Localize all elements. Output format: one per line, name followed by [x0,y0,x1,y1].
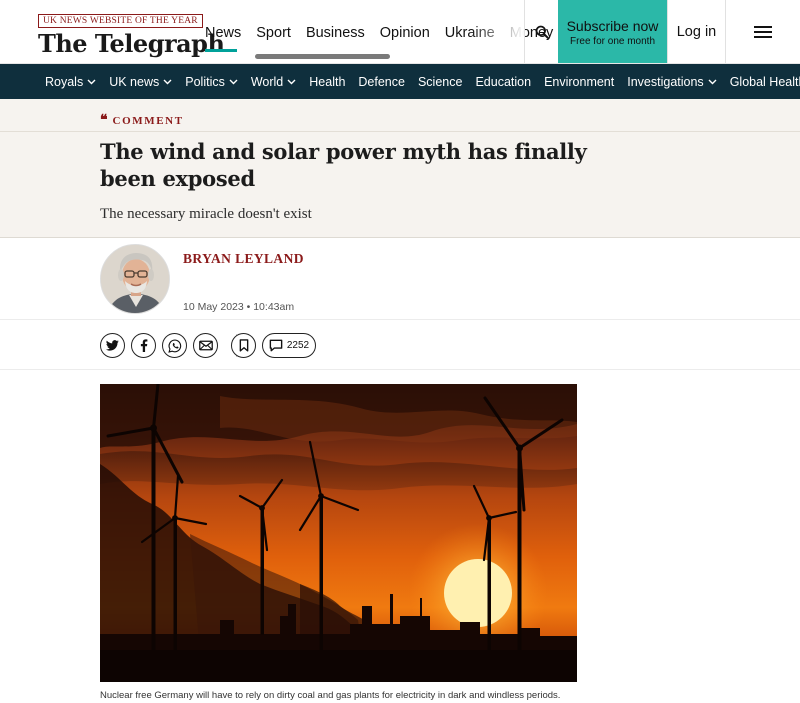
image-caption: Nuclear free Germany will have to rely o… [100,690,561,701]
menu-button[interactable] [726,0,800,63]
comment-count: 2252 [286,340,310,351]
article-headline: The wind and solar power myth has finall… [100,139,587,191]
section-nav-label: UK news [109,74,160,89]
nav-sport[interactable]: Sport [256,24,291,42]
section-nav-label: Politics [185,74,225,89]
site-logo[interactable]: The Telegraph [38,31,225,57]
share-bar: 2252 [0,320,800,370]
section-nav-item[interactable]: Environment [544,75,614,89]
header-divider [524,0,525,63]
section-nav-item[interactable]: Investigations [627,74,717,89]
section-nav: Royals UK news Politics World Health Defence S… [0,64,800,99]
chevron-down-icon [229,79,238,84]
chevron-down-icon [163,79,172,84]
section-nav-label: Health [309,74,346,89]
section-nav-item[interactable]: Education [475,75,531,89]
section-nav-item[interactable]: Defence [358,75,405,89]
article-main-image[interactable] [100,384,577,682]
kicker-label: COMMENT [112,114,184,127]
hamburger-menu-icon [754,25,772,38]
award-badge: UK NEWS WEBSITE OF THE YEAR [38,14,203,28]
facebook-icon [140,339,147,352]
subscribe-subtitle: Free for one month [569,36,656,47]
share-whatsapp-button[interactable] [162,333,187,358]
section-nav-item[interactable]: Global Health Secur [730,75,800,89]
article-kicker[interactable]: ❝ COMMENT [100,112,184,129]
section-nav-label: Royals [45,74,84,89]
active-nav-indicator [205,49,237,52]
search-button[interactable] [527,0,557,63]
kicker-divider [0,131,800,132]
section-nav-item[interactable]: Health [309,75,345,89]
byline: BRYAN LEYLAND 10 May 2023 • 10:43am [0,238,800,320]
share-email-button[interactable] [193,333,218,358]
section-nav-label: Environment [544,74,615,89]
nav-fade [470,20,525,48]
publish-date: 10 May 2023 • 10:43am [183,301,295,313]
search-icon [535,25,549,39]
chevron-down-icon [87,79,96,84]
chevron-down-icon [287,79,296,84]
section-nav-item[interactable]: UK news [109,75,172,89]
nav-opinion[interactable]: Opinion [380,24,430,42]
section-nav-label: Science [417,74,463,89]
site-header: UK NEWS WEBSITE OF THE YEAR The Telegrap… [0,0,800,64]
section-nav-item[interactable]: Science [418,75,462,89]
subscribe-title: Subscribe now [566,18,659,34]
section-nav-label: Defence [358,74,405,89]
nav-scrollbar[interactable] [255,54,390,59]
share-facebook-button[interactable] [131,333,156,358]
nav-news[interactable]: News [205,24,241,42]
nav-business[interactable]: Business [306,24,365,42]
article-header: ❝ COMMENT The wind and solar power myth … [0,99,800,238]
section-nav-item[interactable]: Royals [45,75,96,89]
login-button[interactable]: Log in [668,0,725,63]
comment-icon [269,339,283,352]
author-avatar[interactable] [100,244,170,314]
section-nav-label: Education [475,74,532,89]
section-nav-label: Investigations [627,74,704,89]
author-name[interactable]: BRYAN LEYLAND [183,251,304,267]
article-standfirst: The necessary miracle doesn't exist [100,206,312,222]
comments-button[interactable]: 2252 [262,333,316,358]
quote-icon: ❝ [100,113,108,128]
section-nav-label: Global Health Secur [729,74,800,89]
share-twitter-button[interactable] [100,333,125,358]
twitter-icon [106,340,119,351]
logo-block[interactable]: UK NEWS WEBSITE OF THE YEAR The Telegrap… [38,10,225,57]
subscribe-button[interactable]: Subscribe now Free for one month [558,0,667,63]
whatsapp-icon [167,338,181,353]
email-icon [198,340,213,351]
section-nav-item[interactable]: Politics [185,75,238,89]
section-nav-item[interactable]: World [251,75,296,89]
bookmark-button[interactable] [231,333,256,358]
chevron-down-icon [708,79,717,84]
section-nav-label: World [250,74,284,89]
bookmark-icon [239,339,248,352]
